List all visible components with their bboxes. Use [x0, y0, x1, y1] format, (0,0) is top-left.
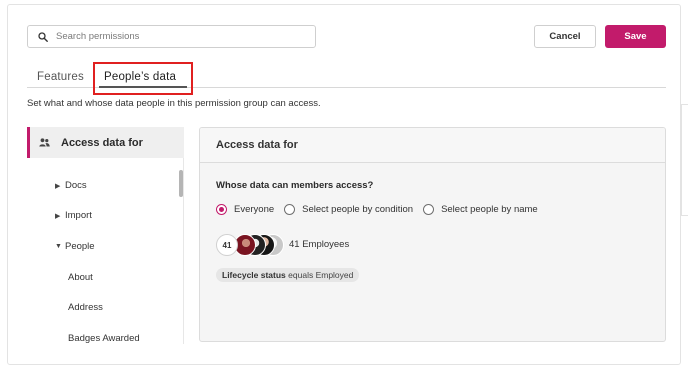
avatar-count-badge: 41 [216, 234, 238, 256]
page-description: Set what and whose data people in this p… [27, 98, 321, 109]
filter-field: Lifecycle status [222, 270, 286, 280]
option-label: Select people by condition [302, 204, 414, 215]
radio-select-by-name[interactable] [423, 204, 435, 215]
caret-right-icon: ▶ [55, 182, 61, 190]
access-question: Whose data can members access? [216, 180, 374, 191]
caret-right-icon: ▶ [55, 212, 61, 220]
sidebar-item-import[interactable]: ▶ Import [55, 210, 92, 221]
option-label: Everyone [234, 204, 275, 215]
search-icon [38, 31, 48, 42]
access-data-panel: Access data for Whose data can members a… [199, 127, 666, 342]
sidebar-scrollbar[interactable] [179, 170, 183, 197]
sidebar-divider [183, 158, 184, 344]
option-label: Select people by name [441, 204, 538, 215]
employee-count[interactable]: 41 Employees [289, 239, 349, 250]
filter-condition-chip: Lifecycle status equals Employed [216, 268, 360, 282]
cancel-button[interactable]: Cancel [534, 25, 596, 48]
tab-features[interactable]: Features [37, 71, 84, 83]
search-box[interactable] [27, 25, 316, 48]
sidebar-item-docs[interactable]: ▶ Docs [55, 180, 87, 191]
radio-select-by-condition[interactable] [284, 204, 296, 215]
side-drawer-edge [681, 104, 688, 216]
highlight-annotation-box [93, 62, 193, 95]
sidebar-item-access-data-for[interactable]: Access data for [27, 127, 184, 158]
search-input[interactable] [56, 31, 286, 42]
sidebar-item-label: Docs [65, 180, 87, 191]
access-options: Everyone Select people by condition Sele… [216, 204, 548, 215]
sidebar-item-badges-awarded[interactable]: Badges Awarded [68, 333, 140, 344]
sidebar-item-about[interactable]: About [68, 272, 93, 283]
panel-title: Access data for [200, 128, 665, 163]
sidebar-item-label: People [65, 241, 95, 252]
option-select-by-condition[interactable]: Select people by condition [284, 204, 413, 215]
sidebar-item-label: About [68, 272, 93, 283]
filter-rule: equals Employed [288, 270, 354, 280]
sidebar-item-label: Import [65, 210, 92, 221]
sidebar-item-label: Access data for [61, 136, 143, 149]
sidebar-item-address[interactable]: Address [68, 302, 103, 313]
people-icon [39, 138, 50, 147]
radio-everyone[interactable] [216, 204, 227, 215]
sidebar-item-label: Badges Awarded [68, 333, 140, 344]
save-button[interactable]: Save [605, 25, 666, 48]
caret-down-icon: ▼ [55, 243, 62, 250]
sidebar-item-label: Address [68, 302, 103, 313]
option-everyone[interactable]: Everyone [216, 204, 274, 215]
option-select-by-name[interactable]: Select people by name [423, 204, 538, 215]
avatar-stack: 41 [216, 234, 286, 256]
sidebar-item-people[interactable]: ▼ People [55, 241, 95, 252]
